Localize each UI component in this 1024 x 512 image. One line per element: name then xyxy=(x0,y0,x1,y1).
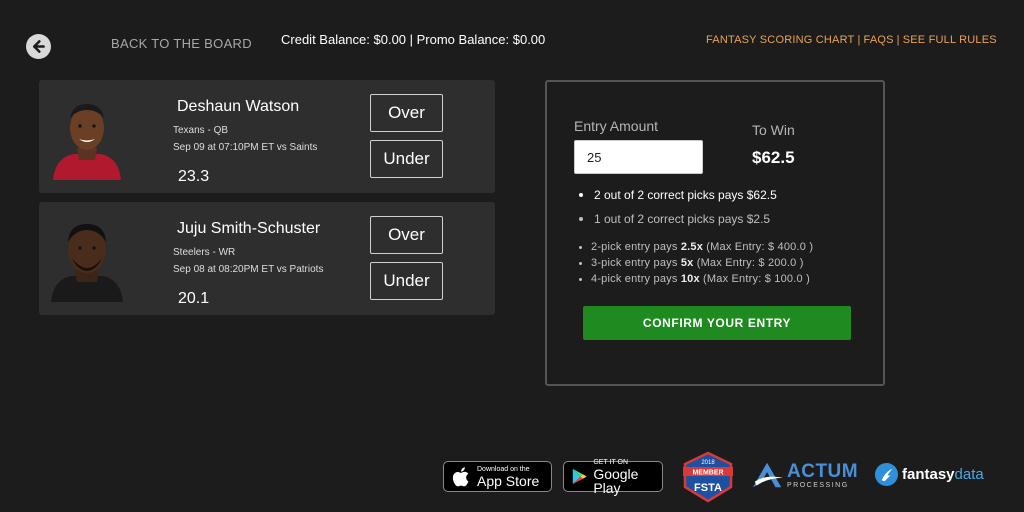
player-photo xyxy=(53,104,121,180)
player-team: Steelers - WR xyxy=(173,247,236,258)
google-play-icon xyxy=(572,468,587,485)
google-play-badge[interactable]: GET IT ON Google Play xyxy=(563,458,663,496)
actum-sub: PROCESSING xyxy=(787,481,849,489)
fantasydata-logo-icon xyxy=(874,462,899,487)
back-arrow-icon xyxy=(32,40,45,53)
player-card: Deshaun Watson Texans - QB Sep 09 at 07:… xyxy=(39,80,495,193)
actum-logo-icon xyxy=(752,462,784,488)
fsta-badge: 2018 MEMBER FSTA xyxy=(683,451,733,503)
fantasy-scoring-chart-link[interactable]: FANTASY SCORING CHART xyxy=(706,34,854,46)
entry-amount-label: Entry Amount xyxy=(574,118,659,134)
fsta-member-text: MEMBER xyxy=(692,470,723,477)
multiplier-item: 4-pick entry pays 10x (Max Entry: $ 100.… xyxy=(579,271,813,287)
confirm-entry-button[interactable]: CONFIRM YOUR ENTRY xyxy=(583,306,851,340)
back-to-board-link[interactable]: BACK TO THE BOARD xyxy=(111,36,252,51)
multiplier-item: 2-pick entry pays 2.5x (Max Entry: $ 400… xyxy=(579,239,813,255)
player-game: Sep 08 at 08:20PM ET vs Patriots xyxy=(173,264,324,275)
player-team: Texans - QB xyxy=(173,125,229,136)
player-card: Juju Smith-Schuster Steelers - WR Sep 08… xyxy=(39,202,495,315)
entry-panel: Entry Amount To Win $62.5 2 out of 2 cor… xyxy=(545,80,885,386)
faqs-link[interactable]: FAQS xyxy=(864,34,894,46)
player-game: Sep 09 at 07:10PM ET vs Saints xyxy=(173,142,318,153)
over-button[interactable]: Over xyxy=(370,94,443,132)
balance-text: Credit Balance: $0.00 | Promo Balance: $… xyxy=(281,32,546,47)
google-play-small-text: GET IT ON xyxy=(593,458,629,466)
to-win-label: To Win xyxy=(752,122,795,138)
under-button[interactable]: Under xyxy=(370,262,443,300)
player-name: Deshaun Watson xyxy=(177,98,300,115)
fsta-name: FSTA xyxy=(694,482,722,494)
player-projection: 23.3 xyxy=(178,168,210,185)
player-photo xyxy=(51,224,123,302)
link-separator: | xyxy=(896,34,900,46)
fsta-year: 2018 xyxy=(701,460,715,466)
over-button[interactable]: Over xyxy=(370,216,443,254)
entry-amount-input[interactable] xyxy=(574,140,703,174)
multiplier-item: 3-pick entry pays 5x (Max Entry: $ 200.0… xyxy=(579,255,813,271)
back-button[interactable] xyxy=(26,34,51,59)
to-win-value: $62.5 xyxy=(752,148,795,167)
fantasydata-name: fantasydata xyxy=(902,466,984,483)
header-links: FANTASY SCORING CHART | FAQS | SEE FULL RULE… xyxy=(706,34,997,46)
app-store-big-text: App Store xyxy=(477,472,540,489)
apple-icon xyxy=(453,466,469,486)
actum-name: ACTUM xyxy=(787,460,859,482)
under-button[interactable]: Under xyxy=(370,140,443,178)
actum-logo: ACTUM PROCESSING xyxy=(751,460,858,490)
player-name: Juju Smith-Schuster xyxy=(177,220,321,237)
app-store-badge[interactable]: Download on the App Store xyxy=(443,461,552,492)
see-full-rules-link[interactable]: SEE FULL RULES xyxy=(903,34,997,46)
app-store-small-text: Download on the xyxy=(477,465,530,473)
payout-item: 2 out of 2 correct picks pays $62.5 xyxy=(579,183,777,207)
fantasydata-logo: fantasydata xyxy=(874,462,984,487)
player-projection: 20.1 xyxy=(178,290,210,307)
payout-list: 2 out of 2 correct picks pays $62.5 1 ou… xyxy=(579,183,777,231)
payout-item: 1 out of 2 correct picks pays $2.5 xyxy=(579,207,777,231)
google-play-big-text: Google Play xyxy=(593,465,639,496)
multiplier-list: 2-pick entry pays 2.5x (Max Entry: $ 400… xyxy=(579,239,813,287)
link-separator: | xyxy=(857,34,861,46)
